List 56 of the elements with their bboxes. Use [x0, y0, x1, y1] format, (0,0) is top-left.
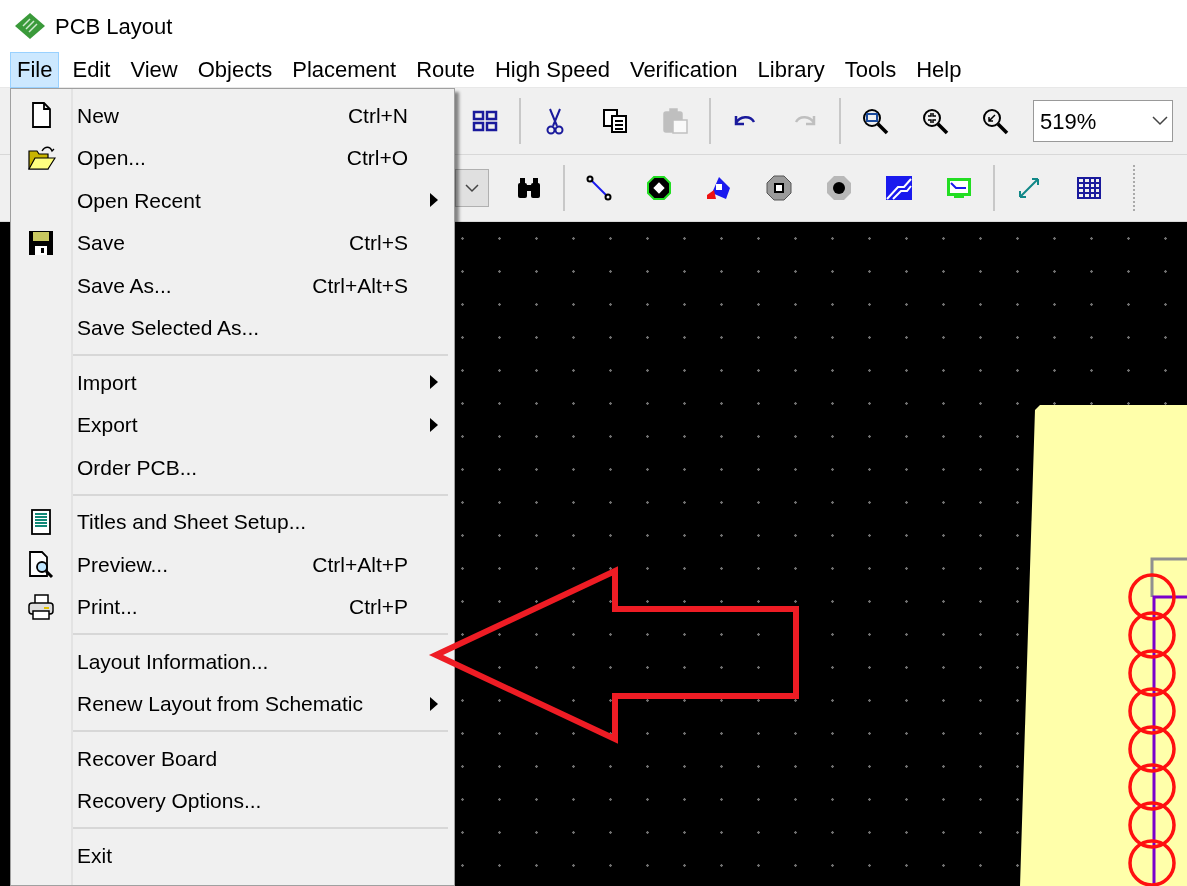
shortcut-text: Ctrl+Alt+S [312, 272, 408, 299]
zoom-previous-icon [980, 106, 1010, 136]
window-title: PCB Layout [55, 12, 173, 41]
submenu-arrow-icon [430, 696, 438, 711]
chevron-down-icon [465, 183, 479, 193]
copy-icon [600, 106, 630, 136]
app-logo-icon [14, 12, 46, 40]
menu-item[interactable]: Renew Layout from Schematic [11, 682, 454, 725]
printer-icon [26, 591, 56, 622]
submenu-arrow-icon [430, 193, 438, 208]
menu-bar-item[interactable]: Placement [285, 51, 404, 88]
menu-bar-item[interactable]: Verification [622, 51, 745, 88]
menu-item[interactable]: Open Recent [11, 179, 454, 222]
copper-plane-icon [884, 173, 914, 203]
menu-item[interactable]: Preview... Ctrl+Alt+P [11, 543, 454, 586]
menu-bar-item[interactable]: Edit [65, 51, 118, 88]
paste-icon [660, 106, 690, 136]
shortcut-text: Ctrl+O [346, 145, 408, 171]
menu-item[interactable]: Save Selected As... [11, 306, 454, 349]
chevron-down-icon [1152, 116, 1168, 126]
dropdown-toggle[interactable] [455, 169, 489, 207]
via-icon [824, 173, 854, 203]
menu-item[interactable]: Import [11, 361, 454, 404]
menu-item[interactable]: Recovery Options... [11, 779, 454, 822]
menu-item[interactable]: Exit [11, 834, 454, 877]
menu-item[interactable]: Order PCB... [11, 446, 454, 489]
zoom-window-icon [860, 106, 890, 136]
menu-bar-item[interactable]: Route [409, 51, 482, 88]
shortcut-text: Ctrl+Alt+P [312, 551, 408, 578]
via-icon [764, 173, 794, 203]
shortcut-text: Ctrl+N [347, 102, 408, 129]
submenu-arrow-icon [430, 417, 438, 432]
shortcut-text: Ctrl+S [349, 230, 408, 256]
menu-bar-item[interactable]: Tools [837, 51, 904, 88]
shortcut-text: Ctrl+P [349, 594, 408, 620]
menu-item[interactable]: New Ctrl+N [11, 94, 454, 137]
menu-bar-item[interactable]: View [123, 51, 185, 88]
menu-bar-item[interactable]: Library [750, 51, 832, 88]
pad-icon [644, 173, 674, 203]
menu-item[interactable]: Open... Ctrl+O [11, 136, 454, 179]
menu-item[interactable]: Print... Ctrl+P [11, 585, 454, 628]
menu-item[interactable]: Recover Board [11, 737, 454, 780]
zoom-combo[interactable]: 519% [1033, 100, 1173, 142]
menu-item[interactable]: Layout Information... [11, 640, 454, 683]
submenu-arrow-icon [430, 375, 438, 390]
menu-item[interactable]: Save As... Ctrl+Alt+S [11, 264, 454, 307]
trace-icon [584, 173, 614, 203]
menu-item[interactable]: Titles and Sheet Setup... [11, 500, 454, 543]
menu-bar-item[interactable]: Help [909, 51, 969, 88]
menu-bar-item[interactable]: Objects [190, 51, 280, 88]
menu-item[interactable]: Save Ctrl+S [11, 221, 454, 264]
menu-item[interactable]: Export [11, 403, 454, 446]
zoom-extents-icon [920, 106, 950, 136]
menu-bar-item[interactable]: File [10, 51, 60, 88]
menu-bar-item[interactable]: High Speed [487, 51, 617, 88]
preview-icon [26, 549, 56, 580]
